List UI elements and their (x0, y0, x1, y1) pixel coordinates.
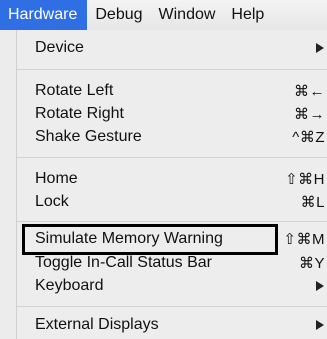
menu-separator (17, 157, 327, 158)
shortcut-label: ⌘L (300, 194, 325, 211)
menu-debug[interactable]: Debug (87, 0, 150, 30)
menu-item-label: Toggle In-Call Status Bar (35, 254, 212, 271)
menu-item-lock[interactable]: Lock ⌘L (17, 190, 327, 214)
menu-item-label: Lock (35, 193, 69, 210)
menu-item-label: Keyboard (35, 277, 104, 294)
shortcut-label: ^⌘Z (292, 129, 325, 146)
menu-bar: Hardware Debug Window Help (0, 0, 327, 30)
simulator-window: Hardware Debug Window Help Device Rotate… (0, 0, 327, 339)
shortcut-label: ⇧⌘M (283, 231, 325, 248)
menu-window[interactable]: Window (151, 0, 224, 30)
menu-item-rotate-left[interactable]: Rotate Left ⌘← (17, 79, 327, 103)
shortcut-label: ⇧⌘H (285, 171, 325, 188)
hardware-dropdown-menu: Device Rotate Left ⌘← Rotate Right ⌘→ Sh… (16, 30, 327, 339)
submenu-arrow-icon (316, 43, 324, 53)
menu-item-rotate-right[interactable]: Rotate Right ⌘→ (17, 102, 327, 126)
menu-item-label: Rotate Right (35, 105, 124, 122)
menu-hardware[interactable]: Hardware (0, 0, 88, 30)
menu-help[interactable]: Help (223, 0, 272, 30)
menu-item-home[interactable]: Home ⇧⌘H (17, 167, 327, 191)
shortcut-label: ⌘Y (298, 255, 325, 272)
menu-item-device[interactable]: Device (17, 36, 327, 60)
annotation-highlight-box (22, 224, 278, 255)
menu-item-label: Device (35, 39, 84, 56)
menu-item-shake-gesture[interactable]: Shake Gesture ^⌘Z (17, 125, 327, 149)
menu-separator (17, 221, 327, 222)
menu-item-external-displays[interactable]: External Displays (17, 313, 327, 337)
submenu-arrow-icon (316, 320, 324, 330)
menu-item-label: Shake Gesture (35, 128, 142, 145)
menu-item-label: External Displays (35, 316, 159, 333)
menu-item-keyboard[interactable]: Keyboard (17, 274, 327, 298)
shortcut-label: ⌘← (294, 83, 325, 100)
menu-item-label: Rotate Left (35, 82, 114, 99)
shortcut-label: ⌘→ (294, 106, 325, 123)
menu-separator (17, 69, 327, 70)
menu-item-label: Home (35, 170, 78, 187)
submenu-arrow-icon (316, 281, 324, 291)
menu-separator (17, 306, 327, 307)
